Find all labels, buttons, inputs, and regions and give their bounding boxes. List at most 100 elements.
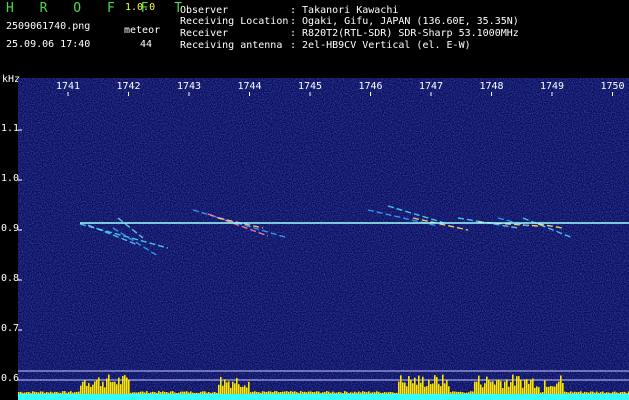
- signal-bar: [270, 391, 272, 394]
- signal-bar: [126, 377, 128, 394]
- signal-bar: [70, 391, 72, 394]
- signal-bar: [308, 391, 310, 394]
- signal-bar: [606, 392, 608, 394]
- signal-bar: [416, 384, 418, 394]
- signal-bar: [120, 384, 122, 394]
- signal-bar: [218, 384, 220, 394]
- signal-bar: [122, 375, 124, 394]
- signal-bar: [472, 391, 474, 394]
- signal-bar: [610, 392, 612, 394]
- signal-bar: [526, 379, 528, 394]
- signal-bar: [378, 391, 380, 394]
- signal-bar: [238, 384, 240, 394]
- signal-bar: [490, 381, 492, 394]
- signal-bar: [528, 383, 530, 394]
- signal-bar: [492, 381, 494, 394]
- signal-bar: [474, 381, 476, 394]
- signal-bar: [42, 391, 44, 394]
- signal-bar: [302, 391, 304, 394]
- signal-bar: [410, 380, 412, 394]
- signal-bar: [304, 391, 306, 394]
- signal-bar: [168, 392, 170, 394]
- signal-bar: [222, 385, 224, 394]
- signal-bar: [618, 392, 620, 394]
- signal-bar: [82, 381, 84, 394]
- hrofft-window: H R O F F T 1.0.0 2509061740.png meteor …: [0, 0, 629, 400]
- signal-bar: [136, 392, 138, 394]
- signal-bar: [574, 391, 576, 394]
- signal-bar: [276, 391, 278, 394]
- signal-bar: [404, 382, 406, 394]
- signal-bar: [342, 392, 344, 394]
- signal-bar: [138, 392, 140, 394]
- signal-bar: [134, 392, 136, 394]
- time-tick-label: 1746: [358, 81, 382, 92]
- signal-bar: [334, 392, 336, 394]
- signal-bar: [272, 392, 274, 394]
- signal-bar: [232, 381, 234, 394]
- signal-bar: [244, 385, 246, 394]
- signal-bar: [380, 392, 382, 394]
- signal-bar: [154, 392, 156, 394]
- signal-bar: [364, 391, 366, 394]
- signal-bar: [208, 392, 210, 394]
- signal-bar: [34, 391, 36, 394]
- signal-bar: [202, 391, 204, 394]
- signal-bar: [512, 374, 514, 394]
- signal-bar: [194, 392, 196, 394]
- signal-bar: [310, 391, 312, 394]
- signal-bar: [506, 379, 508, 394]
- signal-bar: [320, 392, 322, 394]
- signal-bar: [280, 392, 282, 394]
- freq-tick-label: 1.0: [1, 173, 20, 184]
- time-tick-label: 1750: [600, 81, 624, 92]
- signal-bar: [106, 378, 108, 394]
- signal-bar: [28, 391, 30, 394]
- signal-bar: [52, 392, 54, 394]
- signal-bar: [268, 391, 270, 394]
- signal-bar: [110, 381, 112, 394]
- signal-bar: [212, 392, 214, 394]
- signal-bar: [444, 383, 446, 394]
- signal-bar: [210, 392, 212, 394]
- signal-bar: [584, 392, 586, 394]
- signal-bar: [458, 391, 460, 394]
- signal-bar: [284, 391, 286, 394]
- signal-bar: [190, 391, 192, 394]
- meteor-label: meteor: [124, 25, 161, 36]
- signal-bar: [488, 380, 490, 394]
- signal-bar: [230, 387, 232, 394]
- signal-bar: [86, 385, 88, 394]
- signal-bar: [406, 386, 408, 394]
- signal-bar: [266, 392, 268, 394]
- signal-bar: [460, 391, 462, 394]
- observer-label: Observer: [180, 5, 229, 16]
- signal-bar: [32, 391, 34, 394]
- signal-bar: [124, 375, 126, 394]
- signal-bar: [198, 392, 200, 394]
- signal-bar: [242, 386, 244, 394]
- signal-bar: [46, 392, 48, 394]
- signal-bar: [30, 392, 32, 394]
- signal-bar: [216, 392, 218, 394]
- signal-bar: [192, 392, 194, 394]
- signal-bar: [518, 376, 520, 394]
- signal-bar: [622, 392, 624, 394]
- signal-bar: [560, 375, 562, 394]
- signal-bar: [78, 391, 80, 394]
- capture-filename: 2509061740.png: [6, 21, 91, 32]
- signal-bar: [290, 391, 292, 394]
- meteor-count: 44: [140, 39, 153, 50]
- signal-bar: [326, 391, 328, 394]
- signal-bar: [176, 392, 178, 394]
- signal-bar: [250, 392, 252, 394]
- signal-bar: [90, 386, 92, 394]
- signal-bar: [500, 381, 502, 394]
- signal-bar: [484, 383, 486, 394]
- signal-bar: [350, 392, 352, 394]
- spectrogram: 1741 1742 1743 1744 1745 1746 1747 1748 1749 1750: [18, 78, 629, 400]
- time-tick-label: 1749: [540, 81, 564, 92]
- signal-bar: [140, 391, 142, 394]
- signal-bar: [582, 392, 584, 394]
- signal-bar: [72, 392, 74, 394]
